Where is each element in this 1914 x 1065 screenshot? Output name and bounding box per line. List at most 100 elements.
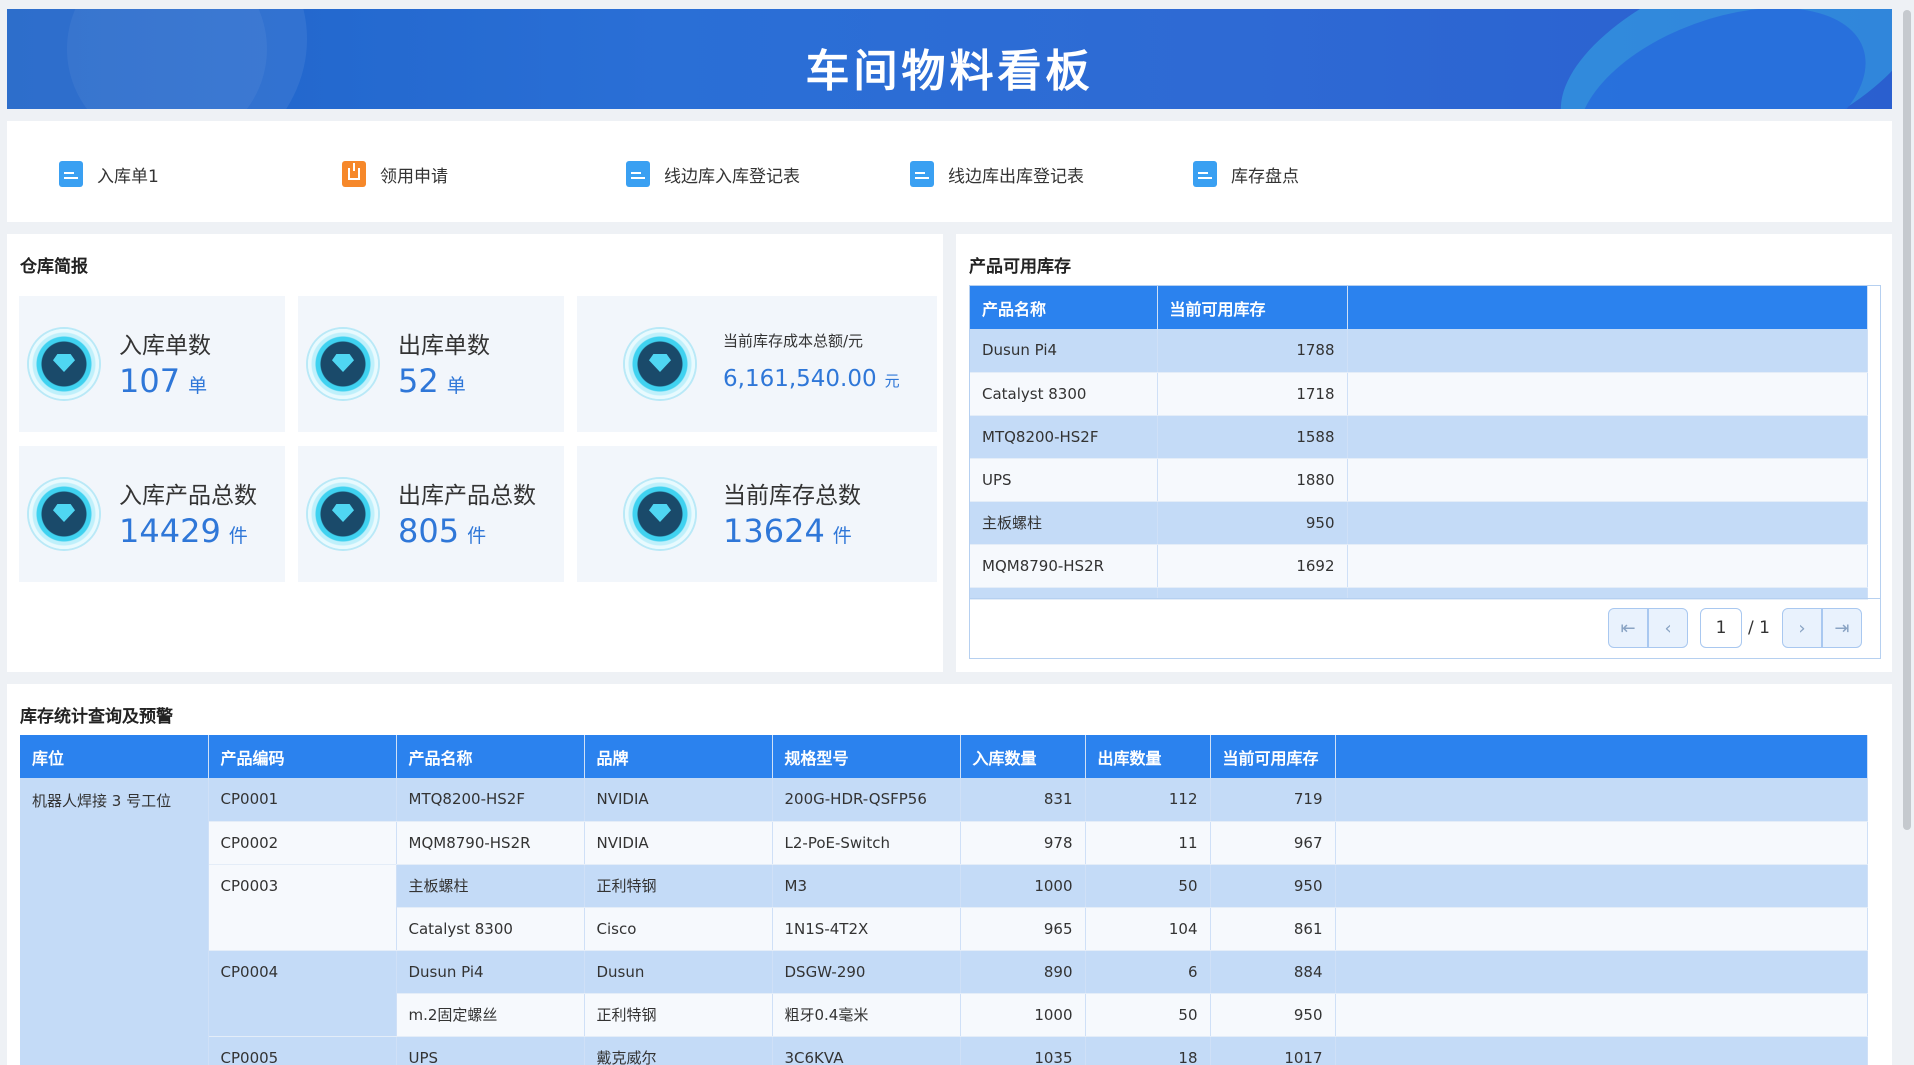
in-qty-cell: 978 [960, 821, 1086, 865]
avail-cell: 1017 [1210, 1036, 1336, 1065]
diamond-icon [308, 479, 378, 549]
product-name-cell: MQM8790-HS2R [970, 544, 1158, 588]
quick-link-label: 线边库入库登记表 [664, 166, 800, 187]
stat-card-outbound-orders: 出库单数 52 单 [298, 296, 564, 432]
table-row[interactable]: UPS 1880 [970, 458, 1868, 502]
divider [970, 598, 1880, 599]
spec-cell: 1N1S-4T2X [772, 907, 961, 951]
stat-value: 13624 件 [723, 512, 852, 550]
table-row[interactable]: Dusun Pi4 1788 [970, 329, 1868, 373]
product-name-cell: Dusun Pi4 [970, 329, 1158, 373]
stock-cell: 1718 [1157, 372, 1348, 416]
brand-cell: 正利特钢 [584, 864, 773, 908]
prev-page-button[interactable]: ‹ [1648, 608, 1689, 648]
first-page-button[interactable]: ⇤ [1608, 608, 1649, 648]
column-header[interactable]: 产品编码 [208, 735, 397, 778]
table-row[interactable]: CP0003 主板螺柱 正利特钢 M3 1000 50 950 [20, 864, 1868, 951]
table-row[interactable]: MQM8790-HS2R 1692 [970, 544, 1868, 588]
next-page-button[interactable]: › [1782, 608, 1822, 648]
stat-card-inventory-cost: 当前库存成本总额/元 6,161,540.00 元 [577, 296, 937, 432]
quick-link-inbound-order[interactable]: 入库单1 [59, 161, 159, 187]
document-icon [910, 161, 934, 187]
diamond-icon [625, 479, 695, 549]
code-cell: CP0004 [208, 950, 397, 1037]
column-header[interactable]: 出库数量 [1085, 735, 1211, 778]
table-row[interactable]: 主板螺柱 950 [970, 501, 1868, 545]
quick-link-requisition[interactable]: 领用申请 [342, 161, 448, 187]
out-qty-cell: 104 [1085, 907, 1211, 951]
available-stock-table: 产品名称 当前可用库存 Dusun Pi4 1788 Catalyst 8300 1… [970, 286, 1868, 600]
scrollbar-thumb[interactable] [1903, 10, 1911, 830]
column-header[interactable]: 品牌 [584, 735, 773, 778]
diamond-icon [29, 479, 99, 549]
quick-link-line-inbound[interactable]: 线边库入库登记表 [626, 161, 800, 187]
column-header[interactable]: 产品名称 [970, 286, 1158, 329]
column-header[interactable]: 当前可用库存 [1157, 286, 1348, 329]
column-header[interactable]: 规格型号 [772, 735, 961, 778]
out-qty-cell: 112 [1085, 778, 1211, 822]
warehouse-summary-panel: 仓库简报 入库单数 107 单 出库单数 52 单 当前库存成本总额/元 6,161… [7, 234, 943, 672]
page-scrollbar[interactable] [1900, 0, 1914, 1065]
column-header [1335, 735, 1868, 778]
stat-name: 当前库存成本总额/元 [723, 332, 864, 350]
quick-links-bar: 入库单1 领用申请 线边库入库登记表 线边库出库登记表 库存盘点 [7, 121, 1892, 222]
name-cell: Dusun Pi4 [396, 950, 585, 994]
quick-link-label: 领用申请 [380, 166, 448, 187]
out-qty-cell: 6 [1085, 950, 1211, 994]
in-qty-cell: 1000 [960, 993, 1086, 1037]
in-qty-cell: 1000 [960, 864, 1086, 908]
column-header[interactable]: 当前可用库存 [1210, 735, 1336, 778]
quick-link-line-outbound[interactable]: 线边库出库登记表 [910, 161, 1084, 187]
brand-cell: Dusun [584, 950, 773, 994]
stat-name: 入库产品总数 [119, 483, 257, 509]
stock-cell: 1692 [1157, 544, 1348, 588]
stat-value: 14429 件 [119, 512, 248, 550]
code-cell: CP0005 [208, 1036, 397, 1065]
panel-title: 产品可用库存 [969, 257, 1071, 277]
avail-cell: 861 [1210, 907, 1336, 951]
code-cell: CP0003 [208, 864, 397, 951]
table-row[interactable]: Catalyst 8300 1718 [970, 372, 1868, 416]
stat-card-current-stock: 当前库存总数 13624 件 [577, 446, 937, 582]
stock-cell: 1588 [1157, 415, 1348, 459]
quick-link-label: 线边库出库登记表 [948, 166, 1084, 187]
avail-cell: 884 [1210, 950, 1336, 994]
spec-cell: L2-PoE-Switch [772, 821, 961, 865]
stat-card-inbound-products: 入库产品总数 14429 件 [19, 446, 285, 582]
in-qty-cell: 831 [960, 778, 1086, 822]
last-page-button[interactable]: ⇥ [1822, 608, 1862, 648]
stat-card-inbound-orders: 入库单数 107 单 [19, 296, 285, 432]
table-row[interactable]: CP0002 MQM8790-HS2R NVIDIA L2-PoE-Switch… [20, 821, 1868, 865]
quick-link-stocktake[interactable]: 库存盘点 [1193, 161, 1299, 187]
in-qty-cell: 1035 [960, 1036, 1086, 1065]
column-header[interactable]: 入库数量 [960, 735, 1086, 778]
location-cell: 机器人焊接 3 号工位 [20, 778, 209, 1065]
document-icon [1193, 161, 1217, 187]
stock-cell: 950 [1157, 501, 1348, 545]
brand-cell: NVIDIA [584, 778, 773, 822]
column-header[interactable]: 产品名称 [396, 735, 585, 778]
brand-cell: 正利特钢 [584, 993, 773, 1037]
stock-cell: 1880 [1157, 458, 1348, 502]
name-cell: MQM8790-HS2R [396, 821, 585, 865]
quick-link-label: 库存盘点 [1231, 166, 1299, 187]
name-cell: MTQ8200-HS2F [396, 778, 585, 822]
stat-name: 当前库存总数 [723, 483, 861, 509]
stat-value: 6,161,540.00 元 [723, 366, 900, 392]
spec-cell: 3C6KVA [772, 1036, 961, 1065]
stat-value: 107 单 [119, 362, 208, 400]
table-row[interactable]: CP0005 UPS 戴克威尔 3C6KVA 1035 18 1017 [20, 1036, 1868, 1065]
column-header[interactable]: 库位 [20, 735, 209, 778]
column-header [1347, 286, 1868, 329]
table-row[interactable]: MTQ8200-HS2F 1588 [970, 415, 1868, 459]
table-row[interactable]: 机器人焊接 3 号工位 CP0001 MTQ8200-HS2F NVIDIA 2… [20, 778, 1868, 1065]
out-qty-cell: 50 [1085, 864, 1211, 908]
page-title: 车间物料看板 [805, 46, 1094, 97]
stat-value: 52 单 [398, 362, 466, 400]
stat-name: 入库单数 [119, 333, 211, 359]
table-row[interactable]: CP0004 Dusun Pi4 Dusun DSGW-290 890 6 88… [20, 950, 1868, 1037]
available-stock-table-frame: 产品名称 当前可用库存 Dusun Pi4 1788 Catalyst 8300 1… [969, 285, 1881, 659]
spec-cell: 200G-HDR-QSFP56 [772, 778, 961, 822]
page-number-input[interactable] [1700, 608, 1743, 648]
document-icon [59, 161, 83, 187]
